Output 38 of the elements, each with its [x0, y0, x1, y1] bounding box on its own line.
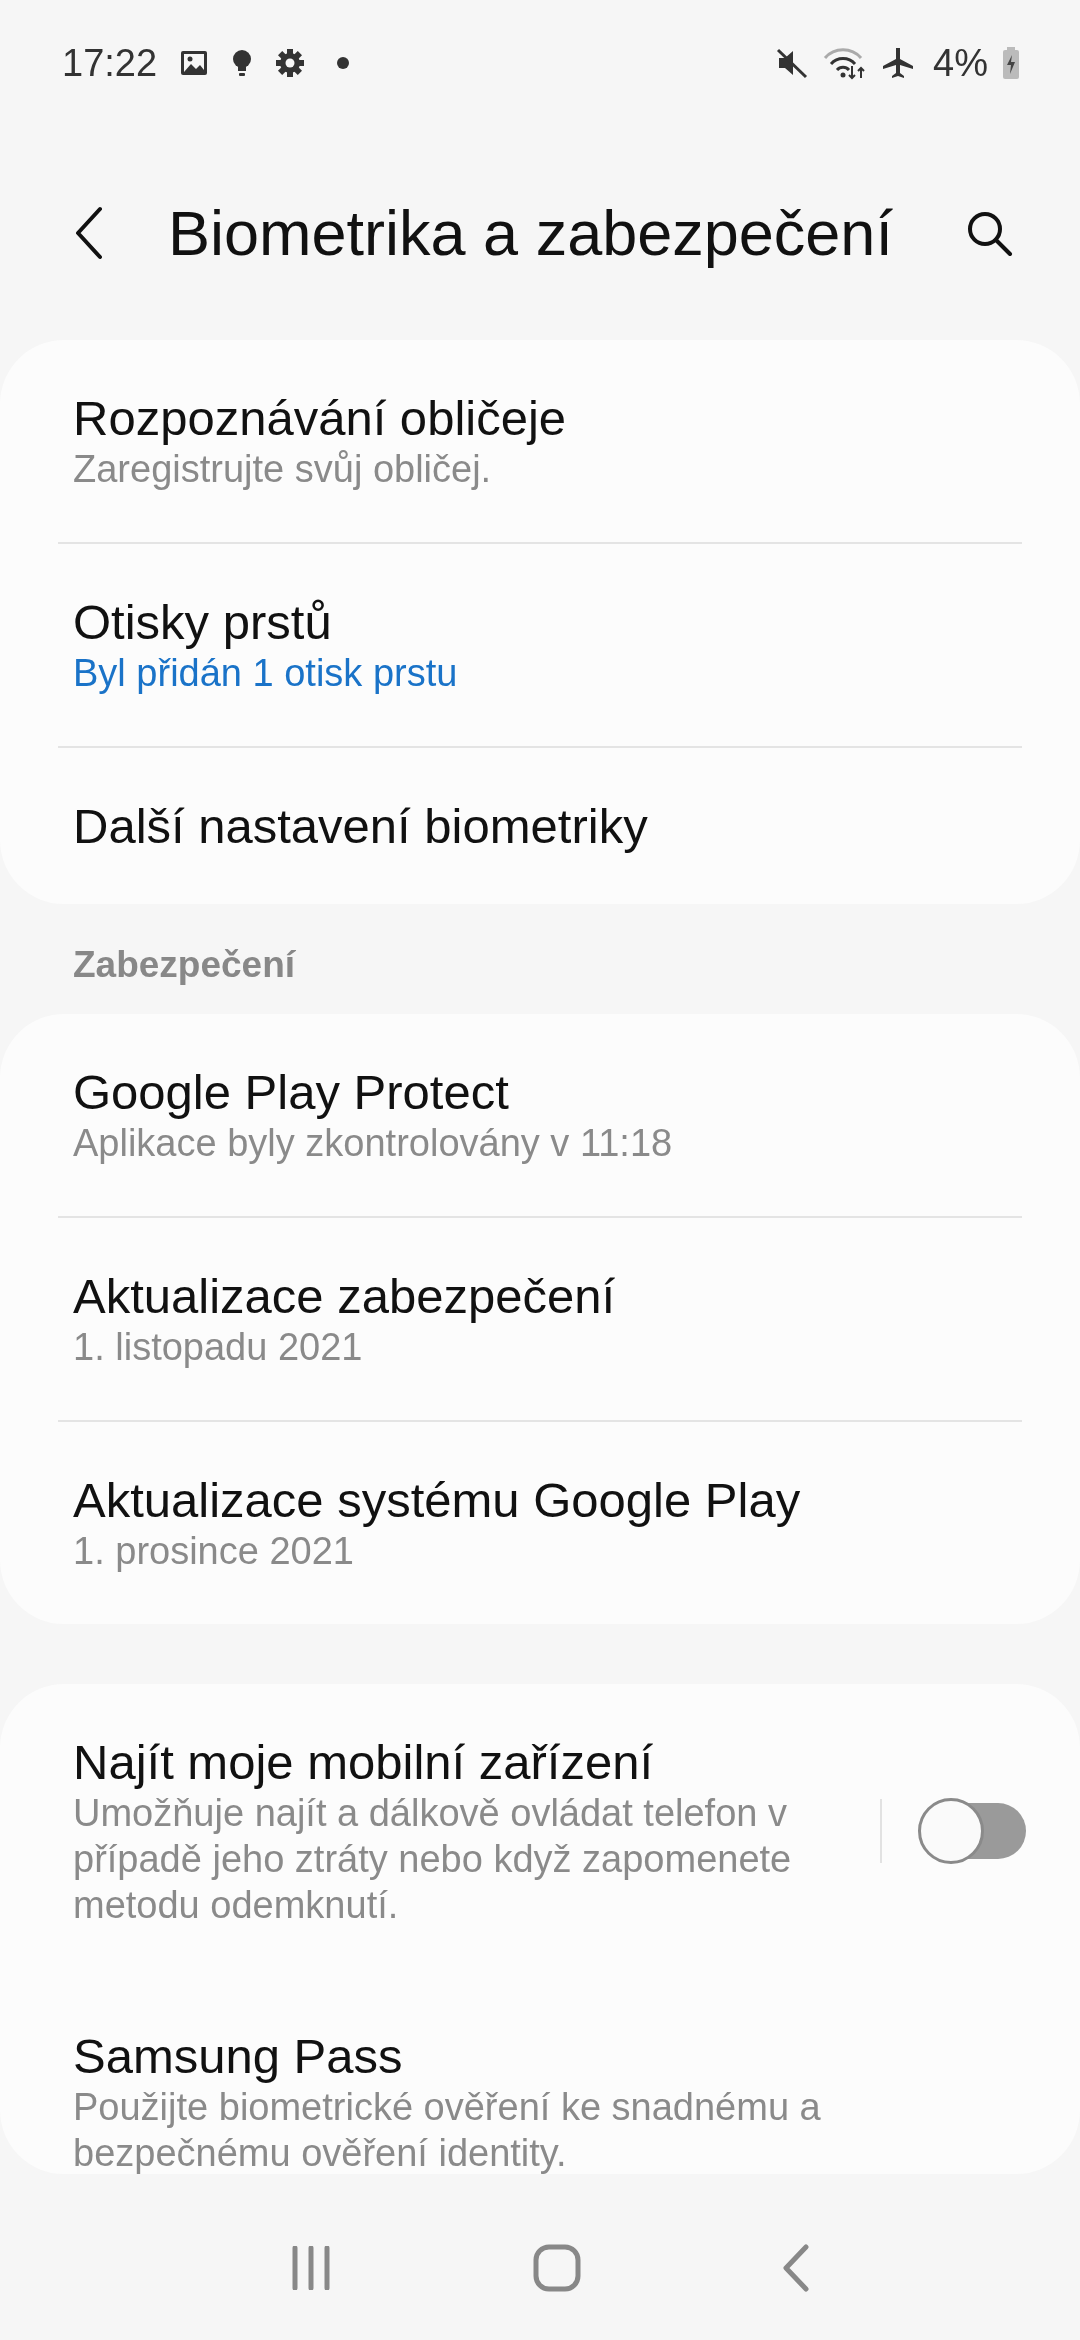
lightbulb-icon: [231, 48, 254, 78]
item-title: Aktualizace zabezpečení: [73, 1268, 617, 1324]
item-description: Použijte biometrické ověření ke snadnému a bezpečnému ověření identity.: [73, 2085, 822, 2174]
back-icon[interactable]: [780, 2243, 811, 2292]
item-description: 1. listopadu 2021: [73, 1325, 364, 1370]
item-description: Byl přidán 1 otisk prstu: [73, 651, 459, 696]
item-title: Najít moje mobilní zařízení: [73, 1734, 655, 1790]
settings-item[interactable]: Aktualizace zabezpečení 1. listopadu 2021: [0, 1218, 1080, 1420]
item-title: Rozpoznávání obličeje: [73, 390, 568, 446]
page-title: Biometrika a zabezpečení: [168, 197, 894, 269]
settings-item[interactable]: Rozpoznávání obličeje Zaregistrujte svůj obličej.: [0, 340, 1080, 542]
item-description: Zaregistrujte svůj obličej.: [73, 447, 493, 492]
image-icon: [179, 48, 210, 78]
airplane-icon: [881, 46, 916, 80]
mute-icon: [775, 46, 810, 80]
item-title: Samsung Pass: [73, 2028, 404, 2084]
item-description: Umožňuje najít a dálkově ovládat telefon v případě jeho ztráty nebo když zapomenete metodu odemknutí.: [73, 1791, 793, 1928]
status-time: 17:22: [62, 41, 158, 85]
settings-item[interactable]: Najít moje mobilní zařízení Umožňuje najít a dálkově ovládat telefon v případě jeho ztráty nebo když zapomenete metodu odemknutí.: [0, 1684, 1080, 1978]
settings-item[interactable]: Aktualizace systému Google Play 1. prosince 2021: [0, 1422, 1080, 1624]
settings-item[interactable]: Další nastavení biometriky: [0, 748, 1080, 904]
item-title: Google Play Protect: [73, 1064, 510, 1120]
gear-icon: [275, 48, 306, 78]
item-title: Otisky prstů: [73, 594, 333, 650]
settings-item[interactable]: Samsung Pass Použijte biometrické ověření ke snadnému a bezpečnému ověření identity.: [0, 1978, 1080, 2174]
back-button[interactable]: [74, 206, 104, 260]
battery-percentage: 4%: [933, 41, 988, 85]
item-description: 1. prosince 2021: [73, 1529, 355, 1574]
battery-charging-icon: [1002, 47, 1020, 79]
toggle-switch[interactable]: [918, 1798, 1026, 1864]
item-title: Další nastavení biometriky: [73, 798, 649, 854]
settings-item[interactable]: Google Play Protect Aplikace byly zkontrolovány v 11:18: [0, 1014, 1080, 1216]
item-title: Aktualizace systému Google Play: [73, 1472, 802, 1528]
home-icon[interactable]: [532, 2242, 582, 2293]
settings-item[interactable]: Otisky prstů Byl přidán 1 otisk prstu: [0, 544, 1080, 746]
item-description: Aplikace byly zkontrolovány v 11:18: [73, 1121, 674, 1166]
notification-dot-icon: [337, 57, 350, 69]
section-heading: Zabezpečení: [72, 943, 297, 987]
